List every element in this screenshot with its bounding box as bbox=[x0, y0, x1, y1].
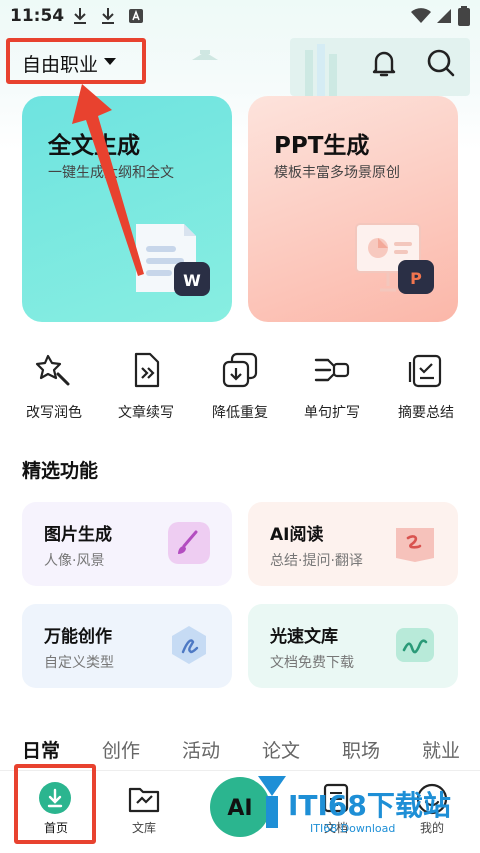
book-icon bbox=[396, 528, 434, 562]
nav-label: 文库 bbox=[131, 821, 156, 835]
tool-continue-writing[interactable]: 文章续写 bbox=[100, 350, 192, 422]
bell-icon[interactable] bbox=[367, 46, 401, 80]
tool-summarize[interactable]: 摘要总结 bbox=[380, 350, 472, 422]
watermark-brand: ITI68下载站 bbox=[288, 789, 451, 822]
card-subtitle: 模板丰富多场景原创 bbox=[274, 165, 400, 181]
checklist-icon bbox=[408, 354, 442, 388]
tool-label: 文章续写 bbox=[118, 405, 174, 421]
feature-title: 光速文库 bbox=[270, 627, 338, 647]
tool-rewrite[interactable]: 改写润色 bbox=[8, 350, 100, 422]
magic-wand-icon bbox=[35, 354, 70, 386]
ppt-generation-card[interactable]: PPT生成 模板丰富多场景原创 P bbox=[248, 96, 458, 322]
section-title: 精选功能 bbox=[22, 460, 99, 482]
ai-button-label: AI bbox=[227, 796, 252, 821]
tab-daily[interactable]: 日常 bbox=[22, 736, 60, 763]
signal-icon bbox=[437, 9, 451, 23]
feature-ai-reading[interactable]: AI阅读 总结·提问·翻译 bbox=[248, 502, 458, 586]
pen-hexagon-icon bbox=[172, 626, 206, 664]
feature-title: AI阅读 bbox=[270, 525, 324, 545]
watermark-logo bbox=[258, 776, 286, 828]
feature-image-generation[interactable]: 图片生成 人像·风景 bbox=[22, 502, 232, 586]
ppt-badge: P bbox=[410, 269, 422, 288]
watermark-sub: ITI68 Download bbox=[310, 822, 396, 835]
brush-icon bbox=[168, 522, 210, 564]
document-forward-icon bbox=[134, 352, 160, 388]
tab-creation[interactable]: 创作 bbox=[102, 736, 140, 763]
download-status-icon bbox=[102, 8, 114, 24]
tool-label: 改写润色 bbox=[26, 405, 82, 421]
copy-download-icon bbox=[222, 352, 258, 388]
feature-fast-library[interactable]: 光速文库 文档免费下载 bbox=[248, 604, 458, 688]
word-badge: W bbox=[183, 271, 201, 290]
feature-subtitle: 总结·提问·翻译 bbox=[270, 553, 363, 569]
feature-title: 图片生成 bbox=[44, 525, 112, 545]
status-time: 11:54 bbox=[10, 6, 65, 26]
tab-activity[interactable]: 活动 bbox=[182, 736, 220, 763]
tab-employment[interactable]: 就业 bbox=[422, 736, 460, 763]
category-tabs: 日常 创作 活动 论文 职场 就业 bbox=[0, 730, 480, 768]
tool-label: 摘要总结 bbox=[398, 405, 454, 421]
tool-reduce-duplication[interactable]: 降低重复 bbox=[194, 350, 286, 422]
feature-subtitle: 人像·风景 bbox=[44, 553, 105, 569]
tool-label: 降低重复 bbox=[212, 405, 268, 421]
feature-title: 万能创作 bbox=[44, 627, 112, 647]
nav-library[interactable]: 文库 bbox=[104, 771, 184, 853]
branch-lines-icon bbox=[314, 358, 350, 382]
search-icon[interactable] bbox=[424, 46, 458, 80]
tool-expand-sentence[interactable]: 单句扩写 bbox=[286, 350, 378, 422]
folder-chart-icon bbox=[128, 787, 160, 813]
feature-universal-creation[interactable]: 万能创作 自定义类型 bbox=[22, 604, 232, 688]
battery-icon bbox=[458, 6, 470, 26]
feature-subtitle: 自定义类型 bbox=[44, 655, 114, 671]
tool-label: 单句扩写 bbox=[304, 405, 360, 421]
app-status-icon bbox=[129, 9, 143, 23]
caret-down-icon[interactable] bbox=[104, 58, 116, 65]
download-status-icon bbox=[74, 8, 86, 24]
annotation-arrow bbox=[72, 84, 144, 276]
annotation-highlight-box bbox=[14, 764, 96, 844]
role-selector[interactable]: 自由职业 bbox=[22, 50, 98, 77]
tab-paper[interactable]: 论文 bbox=[262, 736, 300, 763]
wave-card-icon bbox=[396, 628, 434, 662]
feature-subtitle: 文档免费下载 bbox=[270, 655, 354, 671]
wifi-icon bbox=[411, 8, 431, 23]
presentation-illustration-icon: P bbox=[355, 223, 434, 294]
status-bar: 11:54 bbox=[0, 0, 480, 32]
card-title: PPT生成 bbox=[274, 133, 370, 159]
tab-workplace[interactable]: 职场 bbox=[342, 736, 380, 763]
